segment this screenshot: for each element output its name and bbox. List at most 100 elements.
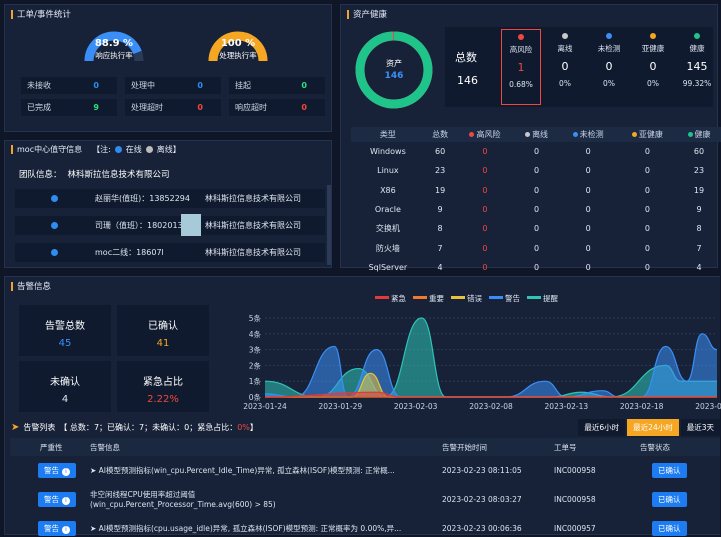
moc-scrollbar[interactable] — [327, 185, 331, 265]
x-tick-label: 2023-02-08 — [469, 402, 513, 411]
asset-status-value: 0 — [561, 60, 569, 73]
ticket-stat-cell: 响应超时 0 — [229, 99, 325, 116]
legend-label[interactable]: 重要 — [429, 294, 444, 303]
confirmed-status-button[interactable]: 已确认 — [652, 462, 687, 478]
alarm-table-header: 告警信息 — [84, 438, 436, 456]
alarm-list-summary: 【 总数：7；已确认：7；未确认：0；紧急占比：0%】 — [59, 423, 258, 432]
alarm-table-header: 告警状态 — [634, 438, 720, 456]
process-rate-gauge: 100 % 处理执行率 — [207, 27, 269, 63]
legend-label[interactable]: 警告 — [505, 293, 520, 303]
asset-table-cell: 0 — [482, 166, 488, 176]
legend-swatch[interactable] — [451, 296, 465, 299]
alarm-info[interactable]: ➤ AI模型预测指标(win_cpu.Percent_Idle_Time)异常,… — [84, 456, 436, 484]
asset-table-cell: Windows — [370, 147, 406, 157]
asset-table-cell: 60 — [693, 147, 705, 157]
ticket-number[interactable]: INC000958 — [548, 484, 634, 514]
legend-label[interactable]: 提醒 — [543, 293, 558, 303]
asset-status-label: 亚健康 — [641, 44, 665, 53]
legend-swatch[interactable] — [527, 296, 541, 299]
asset-health-panel: 资产健康 资产 146 总数 146 高风险 1 0.68% 离线 0 0% 未检测 0 0% 亚… — [340, 4, 721, 272]
response-rate-label: 响应执行率 — [95, 51, 133, 60]
process-rate-label: 处理执行率 — [219, 51, 257, 60]
time-filter-button[interactable]: 最近3天 — [680, 419, 720, 436]
team-info: 团队信息： 林科斯拉信息技术有限公司 — [19, 170, 170, 180]
alarm-stat-value: 45 — [58, 338, 72, 349]
asset-table-cell: 19 — [693, 185, 705, 195]
duty-company: 林科斯拉信息技术有限公司 — [205, 194, 301, 203]
asset-panel-title: 资产健康 — [347, 8, 387, 20]
x-tick-label: 2023-02-18 — [620, 402, 664, 411]
status-dot-icon — [518, 34, 524, 40]
ticket-number[interactable]: INC000957 — [548, 514, 634, 537]
asset-table-cell: 防火墙 — [375, 243, 400, 253]
legend-swatch[interactable] — [413, 296, 427, 299]
asset-table-header: 总数 — [424, 127, 456, 142]
ticket-stat-value: 9 — [93, 103, 99, 112]
duty-person: 司珊（值班）：18020137 — [95, 221, 188, 230]
info-icon: i — [62, 496, 70, 505]
alarm-stat-card: 已确认 41 — [117, 305, 209, 356]
ticket-stat-label: 响应超时 — [235, 103, 267, 112]
ticket-stats-panel: 工单/事件统计 88.9 % 响应执行率 100 % 处理执行率 未接收 0 处理中… — [4, 4, 332, 132]
confirmed-status-button[interactable]: 已确认 — [652, 520, 687, 536]
x-tick-label: 2023-01-24 — [243, 402, 287, 411]
alarm-trend-chart: 紧急 重要 错误 警告 提醒 0条 1条 2条 3条 4条 5条 2023-01-24 2023-01-… — [243, 293, 721, 411]
confirmed-status-button[interactable]: 已确认 — [652, 491, 687, 507]
asset-table-cell: 0 — [534, 262, 540, 272]
ticket-number[interactable]: INC000958 — [548, 456, 634, 484]
ticket-stat-cell: 处理超时 0 — [125, 99, 221, 116]
x-tick-label: 2023-02-23 — [695, 402, 721, 411]
response-rate-value: 88.9 % — [94, 38, 134, 49]
alarm-stat-label: 已确认 — [148, 321, 178, 332]
asset-table-header: 健康 — [677, 127, 721, 142]
time-filter-button[interactable]: 最近24小时 — [627, 419, 679, 436]
status-dot-icon — [631, 132, 637, 137]
alarm-table-header: 严重性 — [10, 438, 84, 456]
asset-table-cell: 0 — [534, 243, 540, 253]
legend-swatch[interactable] — [489, 296, 503, 299]
alarm-stat-value: 4 — [61, 394, 69, 405]
asset-table-cell: SqlServer — [368, 262, 408, 272]
asset-table-cell: 0 — [644, 205, 650, 215]
asset-summary-col: 健康 145 99.32% — [677, 29, 717, 105]
legend-swatch[interactable] — [375, 296, 389, 299]
alarm-list-header: ➤ 告警列表 【 总数：7；已确认：7；未确认：0；紧急占比：0%】 — [11, 422, 258, 433]
table-row: 防火墙 7 0 0 0 0 7 — [351, 238, 721, 257]
asset-table-header: 高风险 — [455, 127, 515, 142]
moc-duty-row[interactable]: 司珊（值班）：18020137 林科斯拉信息技术有限公司 — [15, 214, 325, 236]
severity-badge: 警告 i — [38, 462, 76, 478]
asset-table-cell: 0 — [482, 185, 488, 195]
moc-duty-row[interactable]: moc二线：18607l 林科斯拉信息技术有限公司 — [15, 243, 325, 262]
asset-status-label: 健康 — [689, 44, 705, 53]
alarm-table: 严重性 告警信息 告警开始时间 工单号 告警状态 警告 i ➤ AI模型预测指标(win_c… — [10, 438, 720, 537]
asset-table-cell: 0 — [585, 147, 591, 157]
alarm-info[interactable]: ➤ AI模型预测指标(cpu.usage_idle)异常, 孤立森林(ISOF)… — [84, 514, 436, 537]
alarm-stat-label: 紧急占比 — [143, 377, 183, 388]
online-status-icon — [51, 249, 58, 256]
time-filter-button[interactable]: 最近6小时 — [578, 419, 626, 436]
asset-table-cell: Linux — [377, 166, 399, 176]
alarm-table-header: 工单号 — [548, 438, 634, 456]
process-rate-value: 100 % — [220, 38, 256, 49]
status-dot-icon — [572, 132, 578, 137]
duty-person: moc二线：18607l — [95, 248, 164, 257]
alarm-info[interactable]: 非空闲线程CPU使用率超过阈值 (win_cpu.Percent_Processo… — [84, 484, 436, 514]
asset-table-cell: 0 — [482, 205, 488, 215]
moc-duty-row[interactable]: 赵丽华(值班)：13852294 林科斯拉信息技术有限公司 — [15, 189, 325, 208]
online-status-icon — [51, 195, 58, 202]
asset-table-cell: 4 — [437, 262, 443, 272]
alarm-stat-value: 41 — [156, 338, 170, 349]
asset-table-cell: 0 — [644, 166, 650, 176]
legend-label[interactable]: 错误 — [467, 293, 482, 303]
asset-table-cell: 0 — [585, 224, 591, 234]
alarm-stat-card: 告警总数 45 — [19, 305, 111, 356]
asset-table-cell: 4 — [696, 262, 702, 272]
asset-status-pct: 0% — [603, 79, 615, 88]
severity-badge: 警告 i — [38, 491, 76, 507]
asset-table-header: 类型 — [351, 127, 425, 142]
asset-table-cell: 7 — [696, 243, 702, 253]
asset-status-pct: 0.68% — [509, 80, 533, 89]
status-dot-icon — [606, 33, 612, 39]
asset-table-cell: 0 — [585, 166, 591, 176]
legend-label[interactable]: 紧急 — [391, 293, 406, 303]
